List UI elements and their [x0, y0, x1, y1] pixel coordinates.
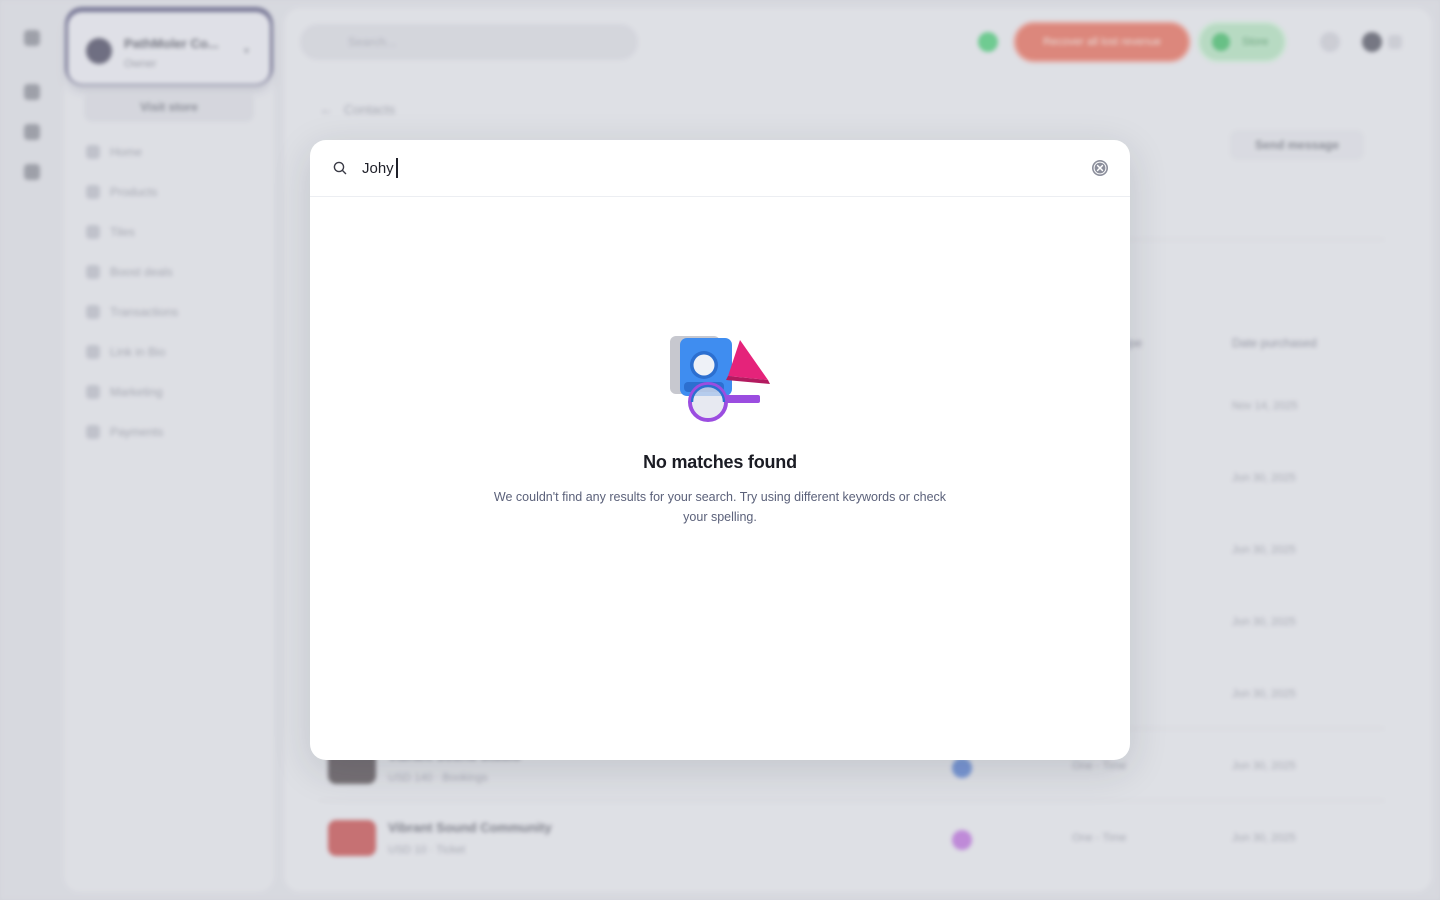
search-input-value: Johy	[362, 159, 394, 177]
search-input[interactable]: Johy	[362, 154, 1062, 182]
empty-state-description: We couldn't find any results for your se…	[493, 490, 947, 524]
no-results-illustration	[670, 336, 770, 422]
close-circle-icon[interactable]	[1091, 159, 1109, 177]
search-icon	[333, 161, 347, 175]
empty-state-title: No matches found	[643, 452, 797, 472]
search-bar: Johy	[310, 140, 1130, 197]
search-modal: Johy No matches found We couldn't find a…	[310, 140, 1130, 760]
text-caret	[395, 158, 398, 178]
